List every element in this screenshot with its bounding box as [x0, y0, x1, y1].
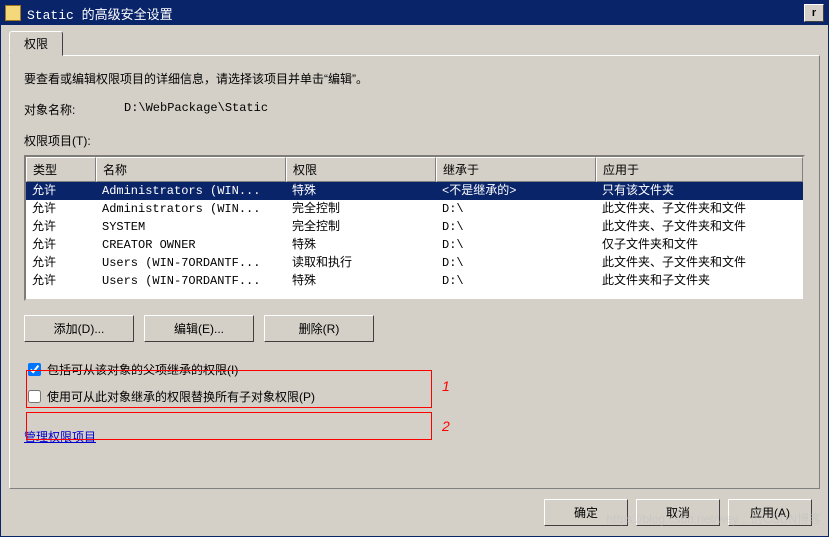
checkbox-replace-child-row: 使用可从此对象继承的权限替换所有子对象权限(P) — [24, 387, 805, 406]
table-cell: SYSTEM — [96, 218, 286, 236]
table-row[interactable]: 允许CREATOR OWNER特殊D:\仅子文件夹和文件 — [26, 236, 803, 254]
folder-icon — [5, 5, 21, 21]
table-row[interactable]: 允许Administrators (WIN...特殊<不是继承的>只有该文件夹 — [26, 182, 803, 200]
col-inherited[interactable]: 继承于 — [436, 157, 596, 182]
table-cell: 允许 — [26, 272, 96, 290]
col-perm[interactable]: 权限 — [286, 157, 436, 182]
titlebar[interactable]: Static 的高级安全设置 r — [1, 1, 828, 25]
listview-header: 类型 名称 权限 继承于 应用于 — [26, 157, 803, 182]
object-label: 对象名称: — [24, 101, 124, 118]
close-button[interactable]: r — [804, 4, 824, 22]
permissions-panel: 要查看或编辑权限项目的详细信息，请选择该项目并单击“编辑”。 对象名称: D:\… — [9, 55, 820, 489]
annotation-number-2: 2 — [442, 418, 450, 434]
table-cell: Administrators (WIN... — [96, 182, 286, 200]
col-apply[interactable]: 应用于 — [596, 157, 803, 182]
table-row[interactable]: 允许Users (WIN-7ORDANTF...读取和执行D:\此文件夹、子文件… — [26, 254, 803, 272]
checkbox-replace-child-label: 使用可从此对象继承的权限替换所有子对象权限(P) — [47, 388, 315, 405]
table-cell: 完全控制 — [286, 218, 436, 236]
table-row[interactable]: 允许Administrators (WIN...完全控制D:\此文件夹、子文件夹… — [26, 200, 803, 218]
table-cell: 允许 — [26, 200, 96, 218]
dialog-footer: 确定 取消 应用(A) — [9, 489, 820, 536]
checkbox-include-inherit-row: 包括可从该对象的父项继承的权限(I) — [24, 360, 805, 379]
col-name[interactable]: 名称 — [96, 157, 286, 182]
listview-body: 允许Administrators (WIN...特殊<不是继承的>只有该文件夹允… — [26, 182, 803, 290]
table-cell: 允许 — [26, 236, 96, 254]
table-cell: 完全控制 — [286, 200, 436, 218]
table-row[interactable]: 允许Users (WIN-7ORDANTF...特殊D:\此文件夹和子文件夹 — [26, 272, 803, 290]
table-cell: D:\ — [436, 254, 596, 272]
table-cell: 读取和执行 — [286, 254, 436, 272]
object-row: 对象名称: D:\WebPackage\Static — [24, 101, 805, 118]
table-cell: Administrators (WIN... — [96, 200, 286, 218]
add-button[interactable]: 添加(D)... — [24, 315, 134, 342]
object-path: D:\WebPackage\Static — [124, 101, 268, 118]
checkbox-include-inherit[interactable] — [28, 363, 41, 376]
window-title: Static 的高级安全设置 — [27, 4, 804, 23]
apply-button[interactable]: 应用(A) — [728, 499, 812, 526]
table-row[interactable]: 允许SYSTEM完全控制D:\此文件夹、子文件夹和文件 — [26, 218, 803, 236]
table-cell: <不是继承的> — [436, 182, 596, 200]
table-cell: Users (WIN-7ORDANTF... — [96, 272, 286, 290]
table-cell: 只有该文件夹 — [596, 182, 803, 200]
table-cell: 允许 — [26, 218, 96, 236]
permission-listview[interactable]: 类型 名称 权限 继承于 应用于 允许Administrators (WIN..… — [24, 155, 805, 301]
col-type[interactable]: 类型 — [26, 157, 96, 182]
dialog-window: Static 的高级安全设置 r 权限 要查看或编辑权限项目的详细信息，请选择该… — [0, 0, 829, 537]
tab-permissions[interactable]: 权限 — [9, 31, 63, 56]
tab-strip: 权限 — [9, 31, 820, 56]
checkbox-replace-child[interactable] — [28, 390, 41, 403]
client-area: 权限 要查看或编辑权限项目的详细信息，请选择该项目并单击“编辑”。 对象名称: … — [1, 25, 828, 536]
table-cell: 此文件夹、子文件夹和文件 — [596, 200, 803, 218]
instruction-text: 要查看或编辑权限项目的详细信息，请选择该项目并单击“编辑”。 — [24, 70, 805, 87]
table-cell: 允许 — [26, 254, 96, 272]
table-cell: Users (WIN-7ORDANTF... — [96, 254, 286, 272]
ok-button[interactable]: 确定 — [544, 499, 628, 526]
remove-button[interactable]: 删除(R) — [264, 315, 374, 342]
table-cell: 此文件夹和子文件夹 — [596, 272, 803, 290]
edit-button[interactable]: 编辑(E)... — [144, 315, 254, 342]
perm-items-label: 权限项目(T): — [24, 132, 805, 149]
table-cell: 仅子文件夹和文件 — [596, 236, 803, 254]
table-cell: 特殊 — [286, 272, 436, 290]
table-cell: D:\ — [436, 218, 596, 236]
table-cell: D:\ — [436, 272, 596, 290]
table-cell: 特殊 — [286, 182, 436, 200]
table-cell: 允许 — [26, 182, 96, 200]
manage-perm-link[interactable]: 管理权限项目 — [24, 428, 96, 445]
button-row: 添加(D)... 编辑(E)... 删除(R) — [24, 315, 805, 342]
table-cell: CREATOR OWNER — [96, 236, 286, 254]
table-cell: 特殊 — [286, 236, 436, 254]
table-cell: 此文件夹、子文件夹和文件 — [596, 254, 803, 272]
table-cell: D:\ — [436, 236, 596, 254]
annotation-number-1: 1 — [442, 378, 450, 394]
checkbox-include-inherit-label: 包括可从该对象的父项继承的权限(I) — [47, 361, 238, 378]
table-cell: 此文件夹、子文件夹和文件 — [596, 218, 803, 236]
table-cell: D:\ — [436, 200, 596, 218]
cancel-button[interactable]: 取消 — [636, 499, 720, 526]
